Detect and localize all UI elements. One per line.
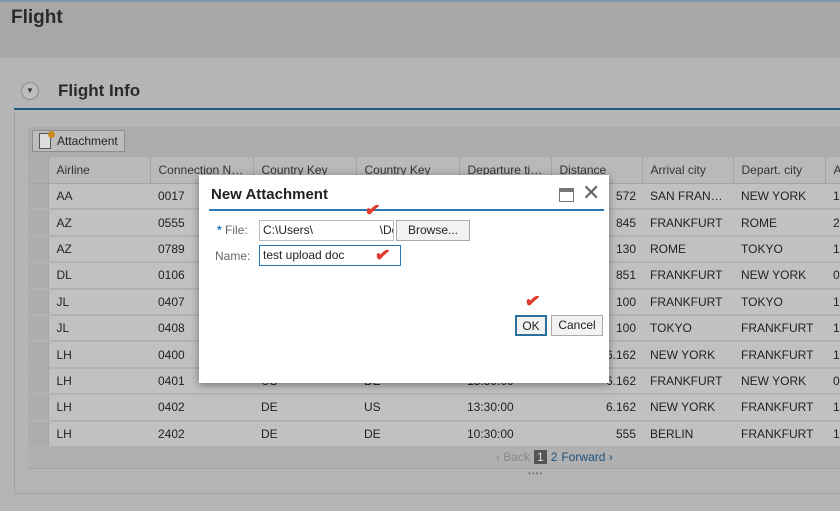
table-cell: NEW YORK [733, 262, 825, 290]
table-toolbar: Attachment [28, 127, 840, 157]
back-label: Back [503, 450, 531, 464]
new-attachment-dialog: New Attachment ✕ * File: C:\Users\ \Desk… [199, 175, 609, 383]
table-cell: 1 [825, 235, 840, 264]
row-selector[interactable] [28, 420, 49, 448]
table-cell: 1 [825, 183, 840, 211]
row-selector[interactable] [28, 209, 49, 237]
row-selector[interactable] [28, 314, 49, 343]
attachment-icon [39, 131, 55, 149]
table-cell: TOKYO [733, 235, 825, 264]
table-cell: FRANKFURT [642, 288, 733, 316]
table-cell: US [356, 394, 459, 422]
app-title: Flight [11, 7, 63, 28]
cancel-button[interactable]: Cancel [551, 315, 603, 336]
forward-button[interactable]: Forward › [561, 450, 612, 464]
table-cell: LH [48, 420, 150, 448]
pagination: ‹ Back 1 2 Forward › [28, 447, 840, 469]
app-header: Flight [0, 0, 840, 58]
close-icon[interactable]: ✕ [582, 182, 600, 204]
resize-grip[interactable]: •••• [528, 469, 543, 478]
forward-label: Forward [561, 450, 606, 464]
table-cell: AZ [48, 209, 150, 237]
browse-button[interactable]: Browse... [396, 220, 470, 241]
annotation-checkmark: ✔ [523, 290, 542, 312]
table-cell: 0 [825, 262, 840, 290]
table-cell: TOKYO [733, 288, 825, 316]
table-cell: DE [356, 420, 459, 448]
attachment-label: Attachment [57, 134, 118, 148]
row-selector[interactable] [28, 262, 49, 290]
table-cell: 10:30:00 [459, 420, 551, 448]
table-row[interactable]: LH 0402 DE US 13:30:00 6.162 NEW YORK FRANKFURT… [28, 394, 840, 422]
table-cell: AZ [48, 235, 150, 264]
required-asterisk: * [217, 223, 222, 237]
table-cell: 2 [825, 209, 840, 237]
table-cell: FRANKFURT [642, 262, 733, 290]
panel-header: ▼ Flight Info [14, 76, 840, 110]
table-cell: NEW YORK [733, 183, 825, 211]
file-label: File: [225, 223, 248, 237]
annotation-checkmark: ✔ [363, 199, 382, 221]
column-header[interactable]: A [825, 157, 840, 184]
table-cell: FRANKFURT [733, 394, 825, 422]
attachment-button[interactable]: Attachment [32, 130, 125, 152]
table-cell: JL [48, 314, 150, 343]
table-cell: JL [48, 288, 150, 316]
table-cell: FRANKFURT [642, 209, 733, 237]
table-cell: BERLIN [642, 420, 733, 448]
table-cell: FRANKFURT [642, 367, 733, 396]
maximize-icon[interactable] [559, 188, 574, 202]
table-cell: FRANKFURT [733, 341, 825, 369]
table-cell: 1 [825, 394, 840, 422]
row-selector[interactable] [28, 183, 49, 211]
ok-button[interactable]: OK [515, 315, 547, 336]
table-cell: 1 [825, 314, 840, 343]
row-selector[interactable] [28, 341, 49, 369]
row-selector[interactable] [28, 394, 49, 422]
table-cell: NEW YORK [642, 341, 733, 369]
table-cell: SAN FRAN… [642, 183, 733, 211]
row-selector[interactable] [28, 235, 49, 264]
file-input[interactable]: C:\Users\ \Desk [259, 220, 394, 241]
dialog-title: New Attachment [211, 186, 328, 203]
table-cell: 13:30:00 [459, 394, 551, 422]
table-cell: ROME [733, 209, 825, 237]
name-label: Name: [215, 249, 251, 263]
table-cell: 6.162 [551, 394, 642, 422]
table-cell: LH [48, 367, 150, 396]
table-cell: 555 [551, 420, 642, 448]
dialog-divider [209, 209, 604, 211]
table-cell: 0 [825, 367, 840, 396]
table-cell: 1 [825, 341, 840, 369]
table-cell: AA [48, 183, 150, 211]
page-2-button[interactable]: 2 [551, 450, 558, 464]
table-cell: LH [48, 341, 150, 369]
table-cell: LH [48, 394, 150, 422]
page-1-button[interactable]: 1 [534, 450, 547, 464]
table-cell: TOKYO [642, 314, 733, 343]
table-cell: NEW YORK [642, 394, 733, 422]
table-cell: ROME [642, 235, 733, 264]
table-cell: 2402 [150, 420, 253, 448]
back-button[interactable]: ‹ Back [496, 450, 530, 464]
table-cell: DE [253, 420, 356, 448]
table-cell: NEW YORK [733, 367, 825, 396]
column-header[interactable]: Airline [48, 157, 151, 184]
table-row[interactable]: LH 2402 DE DE 10:30:00 555 BERLIN FRANKFURT 1 [28, 420, 840, 448]
select-all-cell[interactable] [28, 157, 49, 184]
collapse-chevron-icon[interactable]: ▼ [21, 82, 39, 100]
table-cell: FRANKFURT [733, 420, 825, 448]
column-header[interactable]: Depart. city [733, 157, 826, 184]
annotation-checkmark: ✔ [373, 244, 392, 266]
row-selector[interactable] [28, 288, 49, 316]
column-header[interactable]: Arrival city [642, 157, 734, 184]
table-cell: 1 [825, 420, 840, 448]
table-cell: DL [48, 262, 150, 290]
panel-title: Flight Info [58, 81, 141, 100]
table-cell: DE [253, 394, 356, 422]
table-cell: 1 [825, 288, 840, 316]
table-cell: 0402 [150, 394, 253, 422]
table-cell: FRANKFURT [733, 314, 825, 343]
row-selector[interactable] [28, 367, 49, 396]
